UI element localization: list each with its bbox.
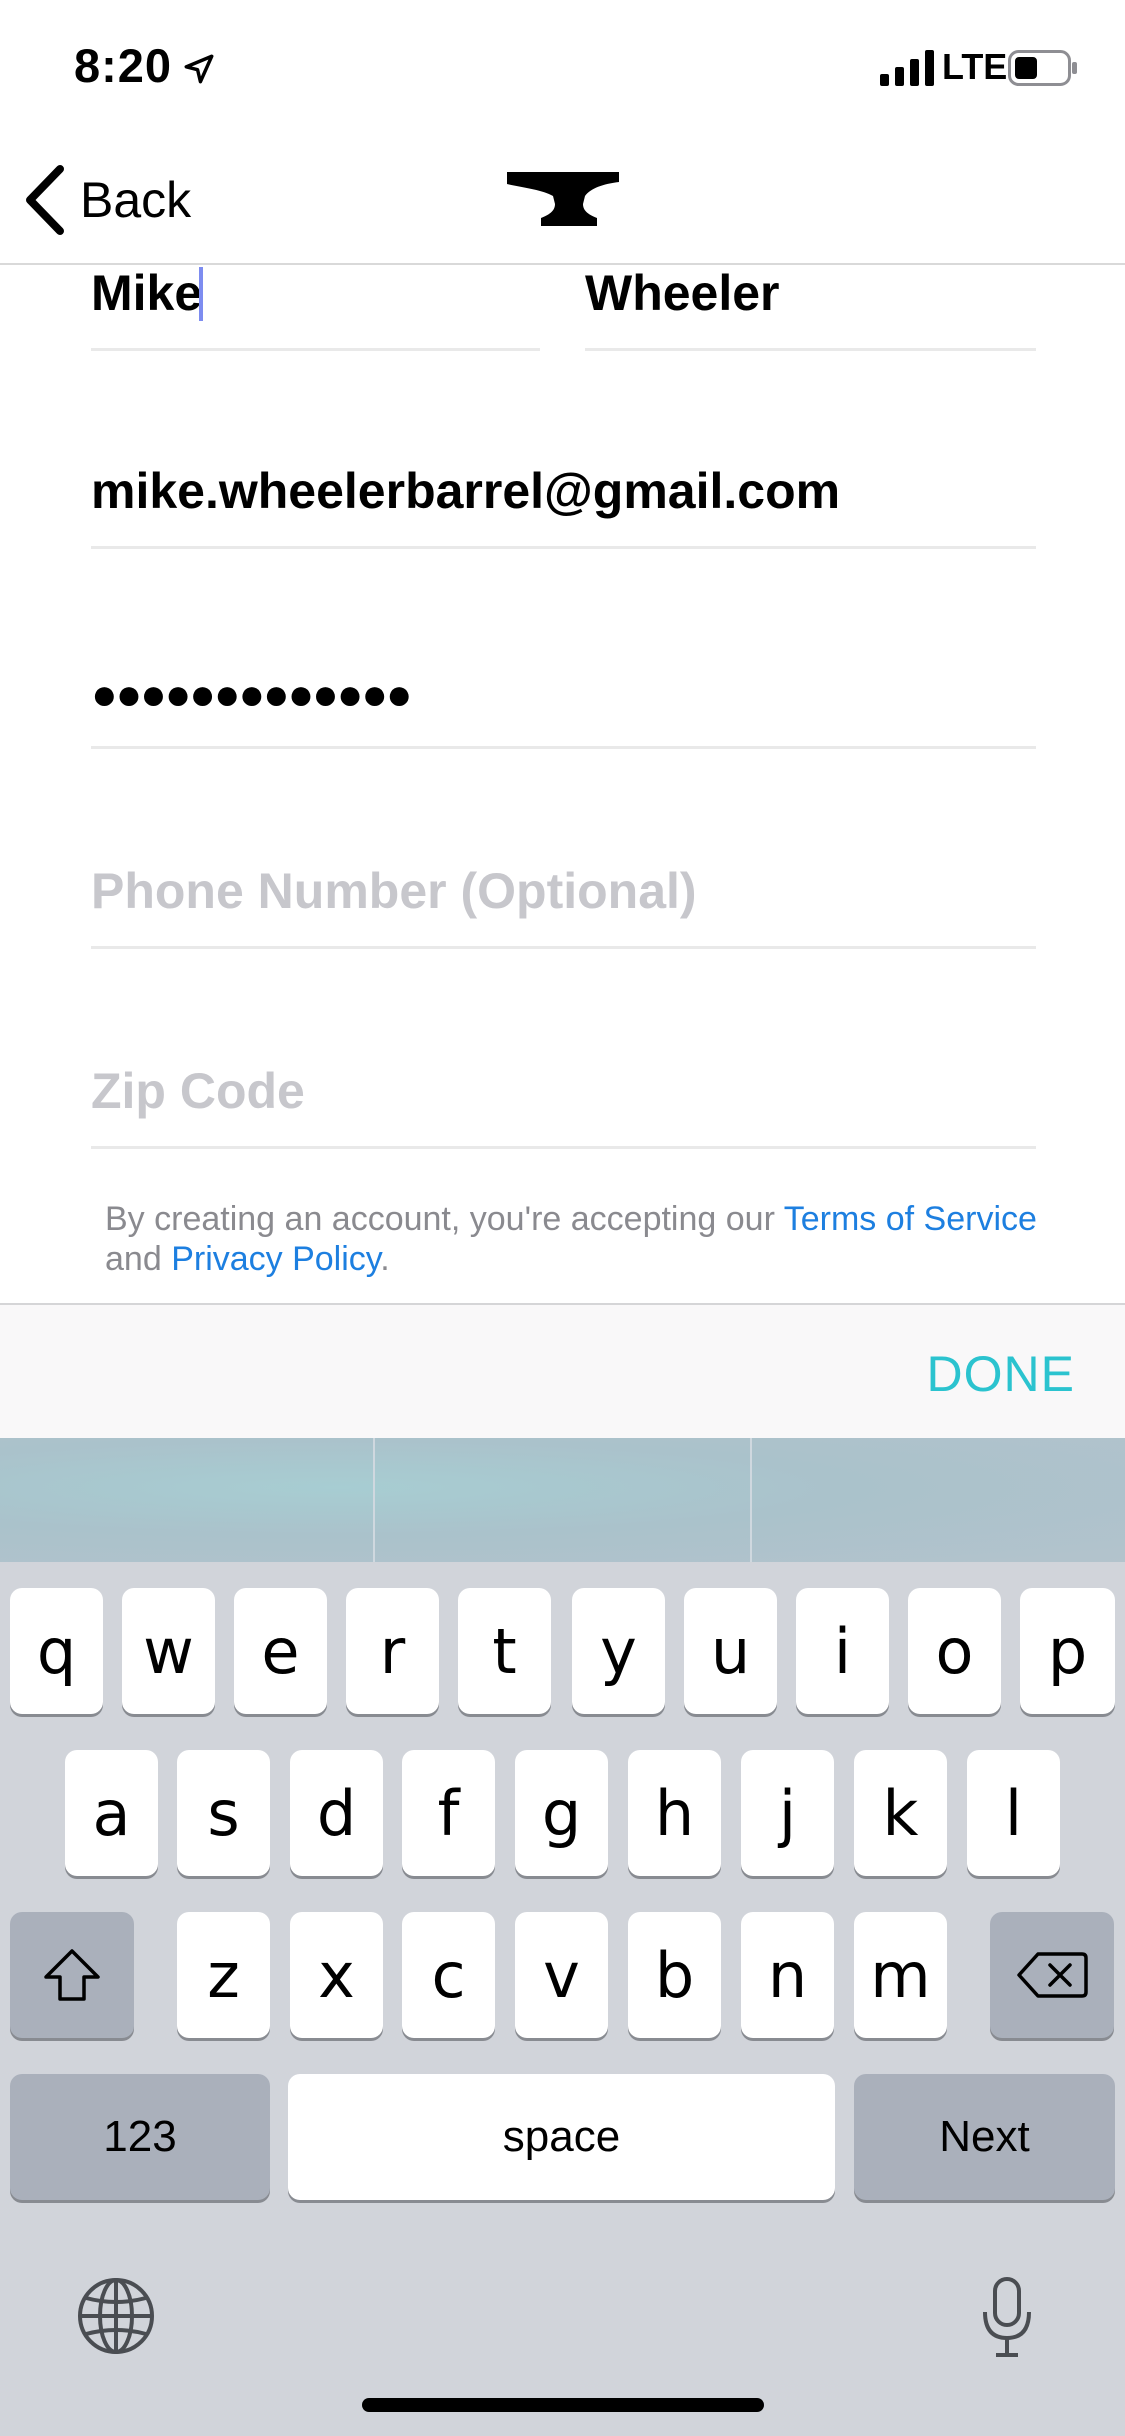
zip-code-placeholder: Zip Code <box>91 1063 305 1119</box>
numbers-key[interactable]: 123 <box>10 2074 270 2200</box>
key-v[interactable]: v <box>515 1912 608 2038</box>
delete-key[interactable] <box>990 1912 1114 2038</box>
signup-form: Mike Wheeler mike.wheelerbarrel@gmail.co… <box>0 267 1125 1303</box>
key-i[interactable]: i <box>796 1588 889 1714</box>
status-time: 8:20 <box>74 39 173 92</box>
anvil-logo-icon <box>507 172 619 226</box>
key-k[interactable]: k <box>854 1750 947 1876</box>
battery-icon <box>1008 50 1077 86</box>
shift-key[interactable] <box>10 1912 134 2038</box>
chevron-left-icon <box>26 165 64 235</box>
key-r[interactable]: r <box>346 1588 439 1714</box>
key-s[interactable]: s <box>177 1750 270 1876</box>
terms-middle: and <box>105 1240 172 1278</box>
suggestion-slot-1[interactable] <box>0 1438 373 1562</box>
done-button[interactable]: DONE <box>927 1345 1075 1403</box>
first-name-value: Mike <box>91 267 203 321</box>
back-label: Back <box>80 172 192 228</box>
space-key[interactable]: space <box>288 2074 835 2200</box>
email-field[interactable]: mike.wheelerbarrel@gmail.com <box>91 459 1036 549</box>
phone-placeholder: Phone Number (Optional) <box>91 863 697 919</box>
key-x[interactable]: x <box>290 1912 383 2038</box>
key-d[interactable]: d <box>290 1750 383 1876</box>
predictive-text-bar <box>0 1438 1125 1562</box>
key-o[interactable]: o <box>908 1588 1001 1714</box>
key-g[interactable]: g <box>515 1750 608 1876</box>
globe-icon[interactable] <box>76 2276 156 2356</box>
home-indicator[interactable] <box>362 2398 764 2412</box>
network-type: LTE <box>942 46 1008 87</box>
suggestion-slot-3[interactable] <box>752 1438 1125 1562</box>
key-c[interactable]: c <box>402 1912 495 2038</box>
key-f[interactable]: f <box>402 1750 495 1876</box>
terms-notice: By creating an account, you're accepting… <box>105 1199 1065 1279</box>
key-l[interactable]: l <box>967 1750 1060 1876</box>
delete-backspace-icon <box>1017 1952 1088 1998</box>
privacy-policy-link[interactable]: Privacy Policy <box>171 1240 380 1278</box>
key-q[interactable]: q <box>10 1588 103 1714</box>
phone-field[interactable]: Phone Number (Optional) <box>91 859 1036 949</box>
location-arrow-icon <box>184 54 214 84</box>
keyboard: q w e r t y u i o p a s d f g h j k l z … <box>0 1438 1125 2436</box>
key-p[interactable]: p <box>1020 1588 1115 1714</box>
cellular-signal-icon <box>880 50 934 86</box>
key-y[interactable]: y <box>572 1588 665 1714</box>
key-h[interactable]: h <box>628 1750 721 1876</box>
terms-prefix: By creating an account, you're accepting… <box>105 1200 784 1238</box>
key-m[interactable]: m <box>854 1912 947 2038</box>
last-name-value: Wheeler <box>585 267 780 321</box>
key-e[interactable]: e <box>234 1588 327 1714</box>
microphone-icon[interactable] <box>980 2276 1034 2360</box>
keyboard-accessory-bar: DONE <box>0 1303 1125 1438</box>
email-value: mike.wheelerbarrel@gmail.com <box>91 463 841 519</box>
last-name-field[interactable]: Wheeler <box>585 267 1036 351</box>
status-bar: 8:20 LTE <box>0 0 1125 132</box>
back-button[interactable]: Back <box>22 160 191 240</box>
shift-icon <box>44 1949 100 2001</box>
terms-of-service-link[interactable]: Terms of Service <box>784 1200 1037 1238</box>
first-name-field[interactable]: Mike <box>91 267 540 351</box>
key-u[interactable]: u <box>684 1588 777 1714</box>
password-value: ●●●●●●●●●●●●● <box>91 670 412 719</box>
password-field[interactable]: ●●●●●●●●●●●●● <box>91 659 1036 749</box>
zip-code-field[interactable]: Zip Code <box>91 1059 1036 1149</box>
key-t[interactable]: t <box>458 1588 551 1714</box>
terms-suffix: . <box>380 1240 390 1278</box>
navigation-bar: Back <box>0 132 1125 265</box>
key-n[interactable]: n <box>741 1912 834 2038</box>
key-a[interactable]: a <box>65 1750 158 1876</box>
suggestion-slot-2[interactable] <box>375 1438 750 1562</box>
next-key[interactable]: Next <box>854 2074 1115 2200</box>
key-b[interactable]: b <box>628 1912 721 2038</box>
text-caret <box>199 267 203 321</box>
key-w[interactable]: w <box>122 1588 215 1714</box>
key-j[interactable]: j <box>741 1750 834 1876</box>
key-z[interactable]: z <box>177 1912 270 2038</box>
